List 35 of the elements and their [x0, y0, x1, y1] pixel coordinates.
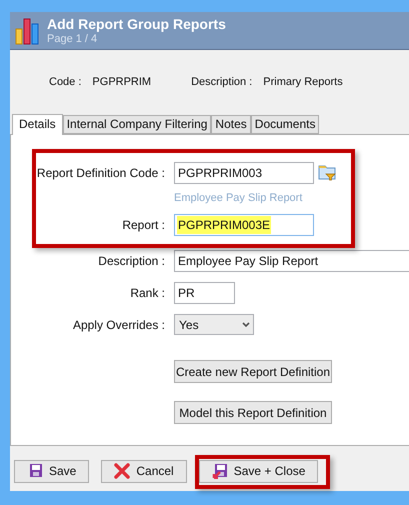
header-label: Code :	[49, 75, 82, 90]
dropdown[interactable]: Yes	[174, 314, 254, 335]
header-label: Description :	[191, 75, 252, 90]
footer-button[interactable]: Save	[14, 460, 90, 482]
text-input[interactable]: PR	[174, 282, 235, 304]
bar-chart-icon	[15, 16, 41, 44]
page-indicator: Page 1 / 4	[47, 34, 98, 44]
field-text: PGPRPRIM003	[177, 164, 264, 182]
field-label: Description :	[97, 253, 165, 270]
tab[interactable]: Details	[12, 114, 63, 134]
tab[interactable]: Internal Company Filtering	[62, 114, 212, 134]
lookup-hint: Employee Pay Slip Report	[174, 190, 304, 206]
text-input[interactable]: Employee Pay Slip Report	[174, 250, 409, 272]
header-value: PGPRPRIM	[92, 75, 152, 90]
field-text: PGPRPRIM003E	[177, 216, 272, 234]
field-label: Rank :	[129, 285, 165, 302]
field-text: Employee Pay Slip Report	[177, 253, 320, 270]
footer-button[interactable]: Cancel	[101, 460, 187, 482]
code-input[interactable]: PGPRPRIM003	[174, 162, 314, 184]
field-text: Yes	[178, 316, 200, 334]
field-label: Report :	[121, 217, 165, 234]
field-label: Apply Overrides :	[72, 317, 165, 334]
tab[interactable]: Notes	[211, 114, 251, 134]
action-button[interactable]: Model this Report Definition	[174, 401, 332, 424]
header-value: Primary Reports	[263, 75, 343, 90]
cross-icon	[114, 463, 130, 479]
chevron-down-icon	[242, 322, 250, 328]
window-title: Add Report Group Reports	[47, 16, 226, 30]
action-button[interactable]: Create new Report Definition	[174, 360, 332, 383]
field-text: PR	[177, 285, 196, 302]
text-input[interactable]: PGPRPRIM003E	[174, 214, 314, 236]
folder-filter-icon[interactable]	[318, 164, 336, 181]
tab[interactable]: Documents	[250, 114, 320, 134]
field-label: Report Definition Code :	[36, 164, 165, 182]
footer-button[interactable]: Save + Close	[198, 460, 318, 482]
